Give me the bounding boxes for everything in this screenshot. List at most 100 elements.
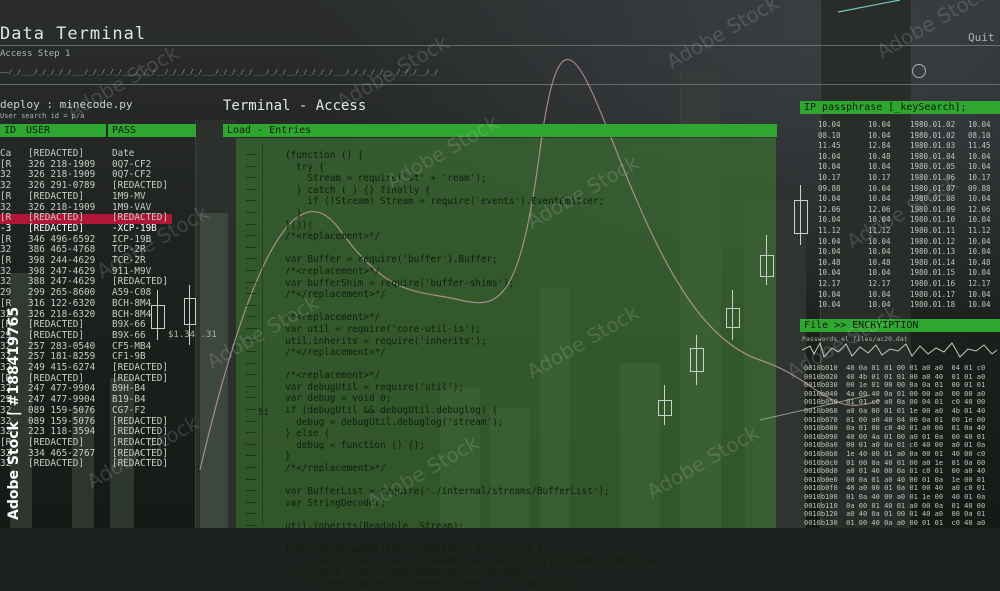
side-number: 51 — [258, 408, 269, 418]
line-marker: —— — [246, 265, 257, 276]
ip-cell: 10.04 — [868, 183, 891, 193]
table-cell: 326 218-1909 — [28, 201, 96, 213]
line-marker: —— — [246, 555, 257, 566]
table-cell: [REDACTED] — [28, 319, 84, 331]
ip-cell: 12.06 — [818, 204, 841, 214]
table-cell: Ca — [0, 148, 12, 159]
ip-cell: 09.88 — [968, 183, 991, 193]
table-cell: [REDACTED] — [28, 329, 84, 341]
ip-cell: 10.04 — [968, 247, 991, 257]
line-marker: —— — [246, 219, 257, 230]
table-cell: [REDACTED] — [112, 180, 168, 192]
candle-body — [726, 308, 740, 328]
table-cell: 316 122-6320 — [28, 297, 96, 309]
line-marker: —— — [246, 335, 257, 346]
line-marker: —— — [246, 578, 257, 589]
hex-row: 0010b100 01 0a 40 00 a0 01 1e 00 40 01 0… — [804, 492, 986, 501]
table-cell: [REDACTED] — [112, 415, 168, 427]
access-step-label: Access Step 1 — [0, 49, 71, 59]
table-cell: 32 — [0, 276, 12, 288]
hex-row: 0010b0f0 40 a0 00 01 0a 01 00 40 a0 c0 0… — [804, 484, 986, 493]
ip-cell: 12.06 — [968, 204, 991, 214]
table-cell: 32 — [0, 180, 12, 192]
ip-cell: 10.17 — [968, 172, 991, 182]
table-cell: 299 265-8600 — [28, 287, 96, 299]
ip-cell: 1980.01.07 — [910, 183, 956, 193]
terminal-title: Terminal - Access — [223, 98, 367, 114]
table-cell: 1M9-MV — [112, 190, 146, 202]
code-line: var Buffer = require('buffer').Buffer; — [285, 254, 498, 266]
table-cell: ICP-19B — [112, 233, 152, 245]
table-cell: 326 218-1909 — [28, 169, 96, 181]
line-marker: —— — [246, 521, 257, 531]
ip-cell: 1980.01.17 — [910, 289, 956, 299]
ip-cell: 12.17 — [818, 278, 841, 288]
file-encryption-header: File >> ENCRYIPTION — [800, 319, 1000, 332]
candle-body — [760, 255, 774, 277]
table-cell: B9X-66 — [112, 329, 146, 341]
waveform — [802, 341, 997, 359]
hex-row: 0010b040 4a 00 40 0a 01 00 00 a0 00 00 a… — [804, 389, 986, 398]
table-cell: A59-C08 — [112, 287, 152, 299]
ip-cell: 10.04 — [968, 236, 991, 246]
code-line: var BufferList = require('./internal/str… — [285, 486, 610, 498]
ip-cell: 1980.01.02 — [910, 120, 956, 129]
ruler-line — [262, 145, 263, 525]
ip-cell: 1980.01.03 — [910, 141, 956, 151]
line-marker: —— — [246, 300, 257, 311]
ip-cell: 10.04 — [868, 300, 891, 310]
code-line: } else { — [285, 428, 330, 440]
hex-row: 0010b050 01 01 c0 a0 0a 00 04 01 c0 40 0… — [804, 398, 986, 407]
line-marker: —— — [246, 509, 257, 520]
table-cell: [R — [0, 212, 12, 224]
table-cell: 257 283-0540 — [28, 340, 96, 352]
table-cell: BCH-8M4 — [112, 308, 152, 320]
line-marker: —— — [246, 184, 257, 195]
table-cell: 0Q7-CF2 — [112, 158, 152, 170]
table-cell: [REDACTED] — [112, 458, 168, 470]
table-cell: 247 477-9904 — [28, 383, 96, 395]
code-line: (function () { — [285, 150, 364, 161]
line-marker: —— — [246, 196, 257, 207]
left-panel-title: deploy : minecode.py — [0, 98, 133, 111]
table-cell: 089 159-5076 — [28, 404, 96, 416]
ip-cell: 10.04 — [968, 215, 991, 225]
globe-icon[interactable] — [912, 64, 926, 78]
ip-cell: 12.84 — [868, 141, 891, 151]
ip-cell: 10.04 — [818, 120, 841, 129]
table-cell: [REDACTED] — [112, 436, 168, 448]
line-marker: —— — [246, 207, 257, 218]
code-line: debug = function () {}; — [285, 439, 425, 451]
ip-cell: 10.04 — [868, 120, 891, 129]
code-line: } — [285, 451, 291, 463]
ip-cell: 1980.01.16 — [910, 278, 956, 288]
ip-cell: 10.04 — [818, 194, 841, 204]
code-line: /*<replacement>*/ — [285, 231, 381, 243]
ip-cell: 10.04 — [968, 194, 991, 204]
app-title: Data Terminal — [0, 24, 147, 44]
ip-cell: 10.04 — [818, 151, 841, 161]
table-cell: 386 465-4768 — [28, 244, 96, 256]
line-marker: —— — [246, 567, 257, 578]
line-marker: —— — [246, 358, 257, 369]
table-cell: 257 181-8259 — [28, 351, 96, 363]
table-cell: 32 — [0, 265, 12, 277]
code-line: debug = debugUtil.debuglog('stream'); — [285, 416, 504, 428]
hex-row: 0010b0a0 00 01 a0 0a 01 c0 40 00 a0 01 0… — [804, 441, 986, 450]
line-marker: —— — [246, 532, 257, 543]
table-cell: TCP-2R — [112, 255, 146, 266]
code-line: var debugUtil = require('util'); — [285, 381, 465, 393]
line-marker: —— — [246, 439, 257, 450]
table-cell: [REDACTED] — [28, 372, 84, 384]
left-table-header: PASS — [108, 124, 196, 137]
table-cell: 326 218-1909 — [28, 158, 96, 170]
code-line: var bufferShim = require('buffer-shims')… — [285, 277, 515, 289]
code-line: var StringDecoder; — [285, 497, 386, 509]
table-cell: 223 118-3594 — [28, 426, 96, 438]
quit-button[interactable]: Quit — [968, 31, 995, 44]
code-line: if (debugUtil && debugUtil.debuglog) { — [285, 405, 498, 417]
ip-cell: 10.04 — [968, 268, 991, 278]
